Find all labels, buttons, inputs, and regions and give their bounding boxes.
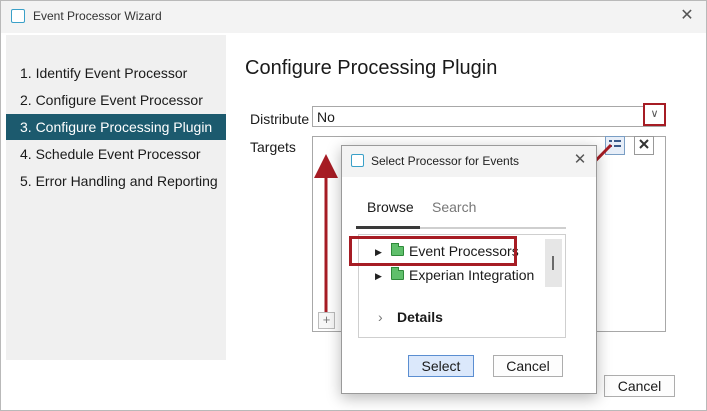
distribute-value: No bbox=[317, 109, 335, 125]
tab-active-indicator bbox=[356, 226, 420, 229]
dialog-close-icon[interactable]: ✕ bbox=[570, 150, 590, 170]
tab-search[interactable]: Search bbox=[432, 199, 476, 215]
scrollbar-thumb[interactable] bbox=[552, 256, 554, 270]
targets-label: Targets bbox=[250, 139, 296, 155]
list-icon-svg bbox=[609, 140, 621, 147]
remove-x-icon[interactable] bbox=[634, 136, 654, 155]
expand-triangle-icon[interactable]: ▶ bbox=[375, 265, 382, 287]
step-configure-processing-plugin[interactable]: 3. Configure Processing Plugin bbox=[6, 114, 226, 140]
step-schedule-event-processor[interactable]: 4. Schedule Event Processor bbox=[6, 141, 226, 167]
title-bar: Event Processor Wizard ✕ bbox=[1, 1, 706, 33]
tree-item-experian-integration[interactable]: ▶ Experian Integration bbox=[359, 264, 539, 286]
remove-x-icon-svg bbox=[639, 139, 649, 149]
highlight-annotation bbox=[349, 236, 517, 266]
add-target-button[interactable]: + bbox=[318, 312, 335, 329]
dialog-window-icon bbox=[351, 154, 364, 167]
details-section-label[interactable]: Details bbox=[397, 309, 443, 325]
distribute-label: Distribute bbox=[250, 111, 310, 127]
wizard-steps-panel: 1. Identify Event Processor 2. Configure… bbox=[6, 35, 226, 360]
distribute-select[interactable]: No bbox=[312, 106, 666, 127]
select-button[interactable]: Select bbox=[408, 355, 474, 377]
close-icon[interactable]: ✕ bbox=[676, 5, 698, 27]
select-processor-dialog: Select Processor for Events ✕ Browse Sea… bbox=[341, 145, 597, 394]
list-icon[interactable] bbox=[605, 136, 625, 155]
dialog-title: Select Processor for Events bbox=[371, 154, 520, 168]
chevron-down-icon[interactable]: ∨ bbox=[643, 103, 666, 126]
tab-browse[interactable]: Browse bbox=[367, 199, 414, 215]
step-identify-event-processor[interactable]: 1. Identify Event Processor bbox=[6, 60, 226, 86]
folder-icon bbox=[391, 267, 404, 280]
window-title: Event Processor Wizard bbox=[33, 9, 162, 23]
window-icon bbox=[11, 9, 25, 23]
dialog-title-bar: Select Processor for Events ✕ bbox=[342, 146, 596, 177]
tree-item-label: Experian Integration bbox=[409, 267, 535, 283]
chevron-right-icon[interactable]: › bbox=[378, 309, 383, 325]
wizard-cancel-button[interactable]: Cancel bbox=[604, 375, 675, 397]
step-configure-event-processor[interactable]: 2. Configure Event Processor bbox=[6, 87, 226, 113]
dialog-cancel-button[interactable]: Cancel bbox=[493, 355, 563, 377]
page-title: Configure Processing Plugin bbox=[245, 57, 498, 79]
step-error-handling-reporting[interactable]: 5. Error Handling and Reporting bbox=[6, 168, 226, 194]
